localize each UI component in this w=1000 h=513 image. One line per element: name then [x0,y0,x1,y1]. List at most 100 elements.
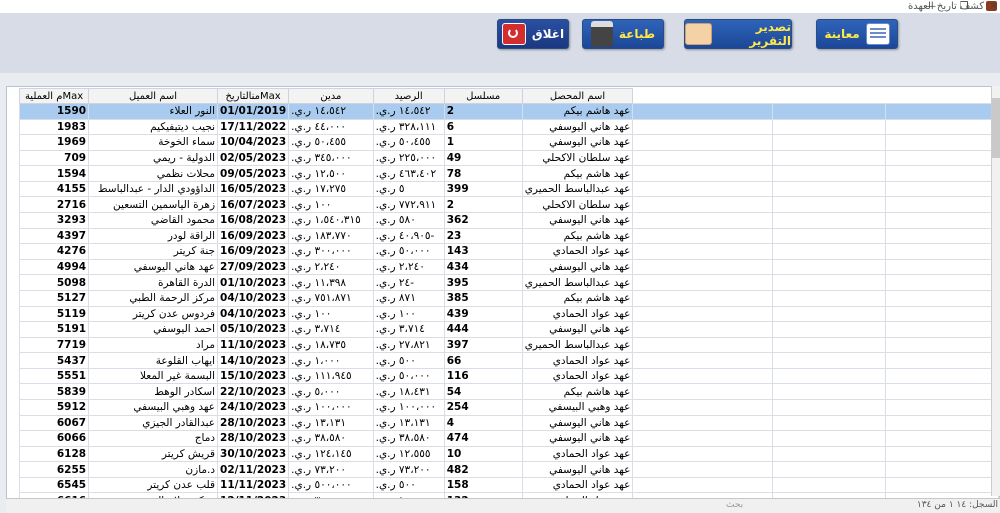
header-date[interactable]: منالتاريخMax [217,88,290,104]
table-row[interactable]: 1983 نجيب ديتيفيكيم 17/11/2022 ٤٤،٠٠٠ ر.ي. ٣… [18,118,999,136]
cell-collector[interactable]: عهد هاشم بيكم [521,383,634,400]
header-collector[interactable]: اسم المحصل [521,88,634,104]
cell-date[interactable]: 01/10/2023 [217,274,290,291]
table-row[interactable]: 6255 د.مازن 02/11/2023 ٧٣،٢٠٠ ر.ي. ٧٣،٢٠٠ ر.… [18,461,999,478]
cell-max-op[interactable]: 6545 [18,476,90,494]
table-row[interactable]: 4994 عهد هاني اليوسفي 27/09/2023 ٢،٢٤٠ ر.ي.… [18,258,999,276]
cell-customer[interactable]: الراقة لودر [88,227,219,245]
cell-collector[interactable]: عهد عبدالباسط الحميري [521,274,634,291]
cell-date[interactable]: 16/09/2023 [217,227,290,245]
table-row[interactable]: 1590 النور العلاء 01/01/2019 ١٤،٥٤٢ ر.ي. ١٤،… [18,103,999,120]
table-row[interactable]: 3293 محمود القاضي 16/08/2023 ١،٥٤٠،٣١٥ ر.ي.… [18,212,999,229]
cell-debit[interactable]: ٣٠٠،٠٠٠ ر.ي. [288,243,374,260]
cell-collector[interactable]: عهد هاني اليوسفي [521,258,634,276]
cell-collector[interactable]: عهد هاني اليوسفي [521,134,634,151]
cell-seq[interactable]: 143 [443,243,523,260]
data-grid[interactable]: م العمليةMax اسم العميل منالتاريخMax مدي… [6,86,1000,512]
minimize-button[interactable]: — [917,0,945,13]
cell-seq[interactable]: 10 [443,445,523,463]
cell-seq[interactable]: 397 [443,336,523,354]
cell-max-op[interactable]: 5912 [18,398,90,416]
table-row[interactable]: 4397 الراقة لودر 16/09/2023 ١٨٣،٧٧٠ ر.ي. -٤٠… [18,227,999,245]
cell-debit[interactable]: ١٣،١٣١ ر.ي. [288,414,374,432]
cell-customer[interactable]: نجيب ديتيفيكيم [88,118,219,136]
cell-seq[interactable]: 395 [443,274,523,291]
header-seq[interactable]: مسلسل [443,88,523,104]
cell-seq[interactable]: 116 [443,367,523,385]
cell-customer[interactable]: جنة كريتر [88,243,219,260]
cell-balance[interactable]: ١٤،٥٤٢ ر.ي. [372,103,445,120]
table-row[interactable]: 5191 احمد اليوسفي 05/10/2023 ٣،٧١٤ ر.ي. ٣،٧١… [18,321,999,338]
cell-collector[interactable]: عهد هاني اليوسفي [521,118,634,136]
cell-customer[interactable]: د.مازن [88,461,219,478]
table-row[interactable]: 5437 ايهاب القلوعة 14/10/2023 ١،٠٠٠ ر.ي. ٥٠٠… [18,352,999,369]
cell-balance[interactable]: ١٢،٥٥٥ ر.ي. [372,445,445,463]
cell-date[interactable]: 17/11/2022 [217,118,290,136]
cell-balance[interactable]: ٥٨٠ ر.ي. [372,212,445,229]
cell-debit[interactable]: ١٢،٥٠٠ ر.ي. [288,165,374,182]
cell-date[interactable]: 16/08/2023 [217,212,290,229]
cell-collector[interactable]: عهد عواد الحمادي [521,476,634,494]
cell-debit[interactable]: ١٧،٢٧٥ ر.ي. [288,180,374,198]
cell-debit[interactable]: ١،٠٠٠ ر.ي. [288,352,374,369]
cell-debit[interactable]: ١٠٠ ر.ي. [288,196,374,214]
cell-date[interactable]: 24/10/2023 [217,398,290,416]
cell-balance[interactable]: ٤٦٣،٤٠٢ ر.ي. [372,165,445,182]
cell-collector[interactable]: عهد عواد الحمادي [521,367,634,385]
table-row[interactable]: 5839 اسكادر الوهط 22/10/2023 ٥،٠٠٠ ر.ي. ١٨،٤… [18,383,999,400]
cell-balance[interactable]: ١٣،١٣١ ر.ي. [372,414,445,432]
cell-max-op[interactable]: 1983 [18,118,90,136]
cell-customer[interactable]: دماج [88,430,219,447]
cell-balance[interactable]: ٣٢٨،١١١ ر.ي. [372,118,445,136]
table-row[interactable]: 6545 قلب عدن كريتر 11/11/2023 ٥٠٠،٠٠٠ ر.ي. ٥… [18,476,999,494]
cell-date[interactable]: 30/10/2023 [217,445,290,463]
cell-debit[interactable]: ١٠٠،٠٠٠ ر.ي. [288,398,374,416]
cell-seq[interactable]: 49 [443,149,523,167]
cell-seq[interactable]: 23 [443,227,523,245]
cell-collector[interactable]: عهد عبدالباسط الحميري [521,336,634,354]
cell-seq[interactable]: 399 [443,180,523,198]
cell-max-op[interactable]: 5437 [18,352,90,369]
cell-collector[interactable]: عهد سلطان الاكحلي [521,149,634,167]
cell-max-op[interactable]: 6255 [18,461,90,478]
search-box[interactable]: بحث [726,500,743,510]
cell-debit[interactable]: ١١١،٩٤٥ ر.ي. [288,367,374,385]
cell-collector[interactable]: عهد عواد الحمادي [521,243,634,260]
cell-balance[interactable]: -٢٤ ر.ي. [372,274,445,291]
cell-date[interactable]: 05/10/2023 [217,321,290,338]
cell-seq[interactable]: 6 [443,118,523,136]
cell-seq[interactable]: 4 [443,414,523,432]
cell-max-op[interactable]: 5191 [18,321,90,338]
cell-max-op[interactable]: 3293 [18,212,90,229]
cell-customer[interactable]: الدرة القاهرة [88,274,219,291]
cell-max-op[interactable]: 2716 [18,196,90,214]
cell-debit[interactable]: ١٠٠ ر.ي. [288,305,374,323]
cell-date[interactable]: 27/09/2023 [217,258,290,276]
cell-customer[interactable]: النور العلاء [88,103,219,120]
cell-customer[interactable]: مراد [88,336,219,354]
cell-balance[interactable]: ١٠٠،٠٠٠ ر.ي. [372,398,445,416]
cell-date[interactable]: 16/09/2023 [217,243,290,260]
cell-seq[interactable]: 482 [443,461,523,478]
cell-collector[interactable]: عهد عواد الحمادي [521,445,634,463]
header-balance[interactable]: الرصيد [372,88,445,104]
cell-seq[interactable]: 434 [443,258,523,276]
cell-debit[interactable]: ٢،٢٤٠ ر.ي. [288,258,374,276]
cell-max-op[interactable]: 6128 [18,445,90,463]
cell-balance[interactable]: ٢٢٥،٠٠٠ ر.ي. [372,149,445,167]
cell-max-op[interactable]: 4276 [18,243,90,260]
cell-balance[interactable]: -٤٠،٩٠٥ ر.ي. [372,227,445,245]
cell-debit[interactable]: ٧٣،٢٠٠ ر.ي. [288,461,374,478]
cell-date[interactable]: 01/01/2019 [217,103,290,120]
table-row[interactable]: 4155 الداؤودي الدار - عبدالباسط 16/05/2023… [18,180,999,198]
cell-max-op[interactable]: 6066 [18,430,90,447]
cell-debit[interactable]: ١٨،٧٣٥ ر.ي. [288,336,374,354]
cell-customer[interactable]: سماء الخوخة [88,134,219,151]
cell-seq[interactable]: 385 [443,289,523,307]
cell-collector[interactable]: عهد هاني اليوسفي [521,461,634,478]
cell-customer[interactable]: فردوس عدن كريتر [88,305,219,323]
cell-collector[interactable]: عهد هاني اليوسفي [521,414,634,432]
cell-seq[interactable]: 2 [443,103,523,120]
cell-max-op[interactable]: 5098 [18,274,90,291]
cell-balance[interactable]: ٥٠٠ ر.ي. [372,476,445,494]
